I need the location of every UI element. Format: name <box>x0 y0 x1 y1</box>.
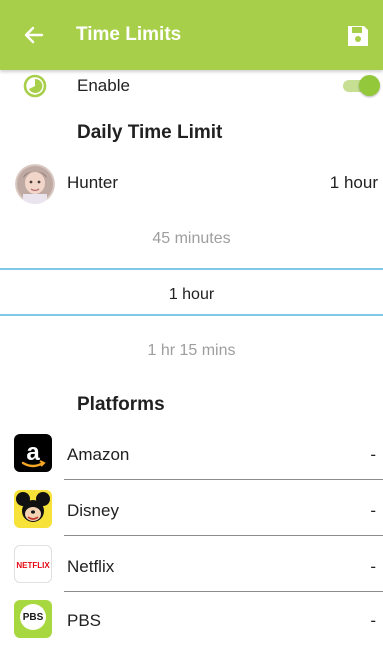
platform-limit-value: - <box>370 611 376 630</box>
divider <box>64 479 383 480</box>
disney-icon <box>14 490 52 528</box>
pbs-icon-text: PBS <box>23 612 44 623</box>
platform-row-netflix[interactable] <box>0 537 383 593</box>
divider <box>64 591 383 592</box>
picker-selection-bottom-line <box>0 314 383 316</box>
svg-text:a: a <box>26 439 40 466</box>
platform-row-amazon[interactable] <box>0 426 383 482</box>
pbs-kids-icon: PBS <box>14 600 52 638</box>
netflix-icon: NETFLIX <box>14 545 52 583</box>
platform-limit-value: - <box>370 557 376 576</box>
enable-label: Enable <box>77 76 130 95</box>
back-arrow-icon[interactable] <box>22 24 46 46</box>
toggle-knob <box>359 75 380 96</box>
netflix-icon-text: NETFLIX <box>16 561 50 570</box>
child-time-value: 1 hour <box>329 173 378 192</box>
picker-option[interactable]: 45 minutes <box>0 230 383 248</box>
platform-row-pbs[interactable] <box>0 593 383 649</box>
platform-name: Disney <box>67 501 119 520</box>
platform-name: PBS <box>67 611 102 630</box>
amazon-icon: a <box>14 434 52 472</box>
divider <box>64 535 383 536</box>
picker-selected-option[interactable]: 1 hour <box>0 286 383 304</box>
enable-row <box>0 70 383 108</box>
child-time-limit-row[interactable] <box>0 160 383 206</box>
enable-toggle[interactable] <box>343 75 380 96</box>
platforms-heading: Platforms <box>77 394 165 415</box>
picker-selection-top-line <box>0 268 383 270</box>
timer-icon <box>23 74 47 98</box>
page-title: Time Limits <box>76 24 182 45</box>
save-icon[interactable] <box>345 23 371 49</box>
platform-row-disney[interactable] <box>0 481 383 537</box>
platform-limit-value: - <box>370 501 376 520</box>
platform-limit-value: - <box>370 445 376 464</box>
app-bar: Time Limits <box>0 0 383 70</box>
child-name: Hunter <box>67 173 119 192</box>
picker-option[interactable]: 1 hr 15 mins <box>0 342 383 360</box>
daily-time-limit-heading: Daily Time Limit <box>77 122 223 143</box>
platform-name: Amazon <box>67 445 130 464</box>
platform-name: Netflix <box>67 557 115 576</box>
child-avatar <box>15 164 55 204</box>
